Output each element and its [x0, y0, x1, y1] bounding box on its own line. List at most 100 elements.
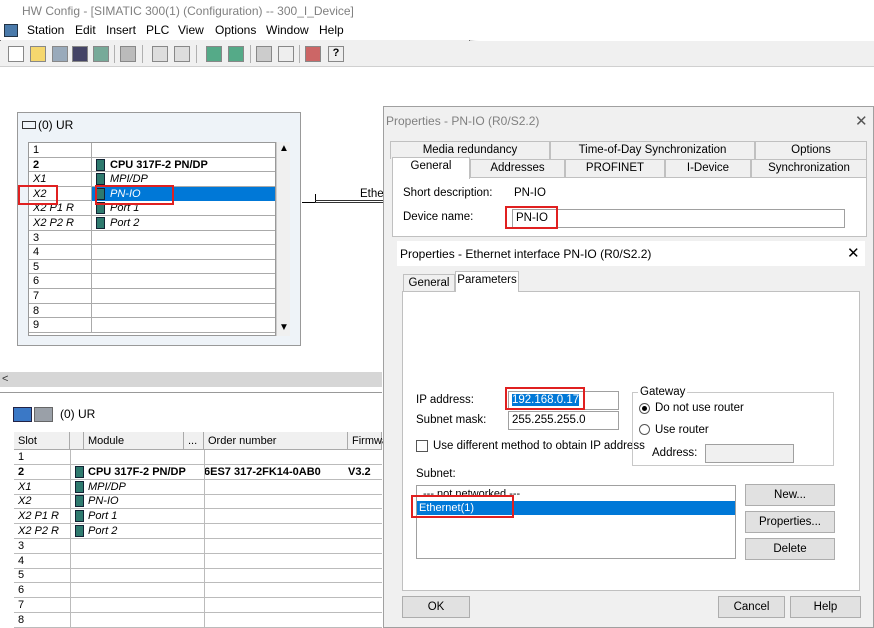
upload-icon[interactable]	[228, 46, 244, 62]
network-icon[interactable]	[52, 46, 68, 62]
table-row[interactable]: 4	[14, 553, 382, 569]
print-icon[interactable]	[120, 46, 136, 62]
subnet-mask-field[interactable]: 255.255.255.0	[508, 411, 619, 430]
col-slot[interactable]: Slot	[14, 432, 70, 450]
table-row[interactable]: X2 P2 R Port 2	[14, 524, 382, 539]
properties-button[interactable]: Properties...	[745, 511, 835, 533]
rack-module-label: Port 2	[110, 217, 140, 229]
delete-button[interactable]: Delete	[745, 538, 835, 560]
station-menu-icon[interactable]	[4, 24, 18, 37]
rack-row[interactable]: 2 CPU 317F-2 PN/DP	[29, 157, 275, 173]
menu-help[interactable]: Help	[319, 23, 344, 37]
rack-row[interactable]: 3	[29, 230, 275, 246]
forward-arrow-icon[interactable]	[34, 407, 53, 422]
table-row[interactable]: X2 PN-IO	[14, 494, 382, 510]
col-order-number[interactable]: Order number	[204, 432, 348, 450]
col-firmware[interactable]: Firmwa	[348, 432, 388, 450]
cancel-button[interactable]: Cancel	[718, 596, 785, 618]
new-button[interactable]: New...	[745, 484, 835, 506]
column-divider	[70, 524, 71, 539]
tab-time-of-day[interactable]: Time-of-Day Synchronization	[550, 141, 755, 159]
rack-scrollbar[interactable]	[276, 142, 290, 336]
no-router-radio[interactable]	[639, 403, 650, 414]
cell-slot: 3	[18, 539, 25, 552]
tab-profinet[interactable]: PROFINET	[565, 159, 665, 177]
column-divider	[70, 612, 71, 628]
rack-row[interactable]: 6	[29, 274, 275, 289]
rack-table[interactable]: 1 2 CPU 317F-2 PN/DP X1 MPI/DP X2 PN-IO X2 P1 R…	[28, 142, 276, 336]
table-row[interactable]: 8	[14, 612, 382, 628]
rack-slot: 6	[33, 275, 40, 288]
tab-eth-general[interactable]: General	[403, 274, 455, 292]
network-view-icon[interactable]	[278, 46, 294, 62]
detail-table[interactable]: Slot Module ... Order number Firmwa 1 2 CP…	[14, 432, 388, 628]
help-icon[interactable]: ?	[328, 46, 344, 62]
compile-icon[interactable]	[93, 46, 109, 62]
tab-general[interactable]: General	[392, 157, 470, 179]
module-icon	[75, 495, 84, 508]
rack-icon	[22, 121, 36, 129]
paste-icon[interactable]	[174, 46, 190, 62]
menu-bar: Station Edit Insert PLC View Options Win…	[0, 21, 874, 40]
diagnostics-icon[interactable]	[305, 46, 321, 62]
table-row[interactable]: X2 P1 R Port 1	[14, 509, 382, 525]
copy-icon[interactable]	[152, 46, 168, 62]
close-icon[interactable]: ✕	[847, 244, 860, 262]
rack-row[interactable]: 1	[29, 143, 275, 158]
rack-row[interactable]: 7	[29, 289, 275, 304]
router-address-field[interactable]	[705, 444, 794, 463]
table-row[interactable]: 3	[14, 538, 382, 554]
cell-module: CPU 317F-2 PN/DP	[88, 465, 186, 478]
rack-slot: 5	[33, 260, 40, 273]
catalog-icon[interactable]	[256, 46, 272, 62]
rack-row[interactable]: 9	[29, 318, 275, 333]
module-icon	[96, 173, 105, 186]
scroll-up-icon[interactable]: ▲	[279, 143, 289, 154]
use-router-radio[interactable]	[639, 424, 650, 435]
rack-module	[91, 259, 275, 274]
menu-options[interactable]: Options	[215, 23, 256, 37]
col-module-more[interactable]: ...	[184, 432, 204, 450]
table-row[interactable]: X1 MPI/DP	[14, 479, 382, 495]
rack-row[interactable]: X2 P2 R Port 2	[29, 216, 275, 231]
tab-i-device[interactable]: I-Device	[665, 159, 751, 177]
column-divider	[204, 598, 205, 613]
window-title: HW Config - [SIMATIC 300(1) (Configurati…	[0, 0, 874, 22]
rack-row[interactable]: 5	[29, 259, 275, 275]
table-row[interactable]: 2 CPU 317F-2 PN/DP 6ES7 317-2FK14-0AB0 V3.2	[14, 464, 382, 480]
scroll-left-icon[interactable]: <	[2, 373, 8, 385]
menu-insert[interactable]: Insert	[106, 23, 136, 37]
rack-row[interactable]: 8	[29, 303, 275, 319]
tab-options[interactable]: Options	[755, 141, 867, 159]
tab-synchronization[interactable]: Synchronization	[751, 159, 867, 177]
menu-plc[interactable]: PLC	[146, 23, 169, 37]
close-icon[interactable]: ✕	[855, 112, 868, 130]
rack-module	[91, 143, 275, 157]
menu-edit[interactable]: Edit	[75, 23, 96, 37]
horizontal-scrollbar[interactable]	[0, 372, 382, 387]
menu-view[interactable]: View	[178, 23, 204, 37]
menu-window[interactable]: Window	[266, 23, 309, 37]
ok-button[interactable]: OK	[402, 596, 470, 618]
menu-station[interactable]: Station	[27, 23, 64, 37]
col-module[interactable]: Module	[84, 432, 184, 450]
table-row[interactable]: 5	[14, 568, 382, 584]
tab-addresses[interactable]: Addresses	[470, 159, 565, 177]
tab-eth-parameters[interactable]: Parameters	[455, 271, 519, 292]
device-name-field[interactable]: PN-IO	[512, 209, 845, 228]
scroll-down-icon[interactable]: ▼	[279, 322, 289, 333]
rack-row[interactable]: 4	[29, 245, 275, 260]
save-icon[interactable]	[72, 46, 88, 62]
rack-slot: 7	[33, 290, 40, 302]
download-icon[interactable]	[206, 46, 222, 62]
new-icon[interactable]	[8, 46, 24, 62]
open-icon[interactable]	[30, 46, 46, 62]
rack-slot: 1	[33, 144, 40, 156]
help-button[interactable]: Help	[790, 596, 861, 618]
table-row[interactable]: 1	[14, 450, 382, 465]
rack-module	[91, 318, 275, 333]
different-method-checkbox[interactable]	[416, 440, 428, 452]
table-row[interactable]: 6	[14, 583, 382, 599]
back-arrow-icon[interactable]	[13, 407, 32, 422]
table-row[interactable]: 7	[14, 598, 382, 613]
